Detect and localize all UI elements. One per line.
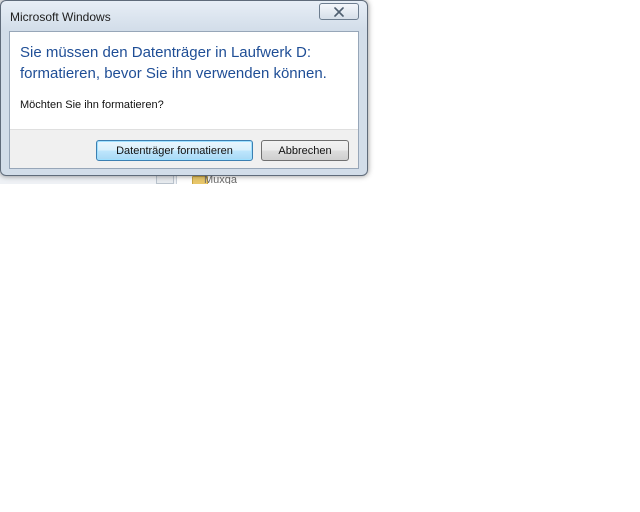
format-disk-dialog: Microsoft Windows Sie müssen den Datentr… <box>0 0 368 176</box>
dialog-content: Sie müssen den Datenträger in Laufwerk D… <box>9 31 359 169</box>
main-instruction-line-2: formatieren, bevor Sie ihn verwenden kön… <box>20 65 327 82</box>
question-text: Möchten Sie ihn formatieren? <box>20 99 164 111</box>
dialog-title: Microsoft Windows <box>10 10 111 24</box>
close-button[interactable] <box>319 3 359 20</box>
cancel-button[interactable]: Abbrechen <box>261 140 349 161</box>
button-bar: Datenträger formatieren Abbrechen <box>10 129 358 168</box>
main-instruction-line-1: Sie müssen den Datenträger in Laufwerk D… <box>20 44 311 61</box>
main-instruction: Sie müssen den Datenträger in Laufwerk D… <box>20 42 355 84</box>
close-icon <box>334 6 344 17</box>
format-disk-button[interactable]: Datenträger formatieren <box>96 140 253 161</box>
